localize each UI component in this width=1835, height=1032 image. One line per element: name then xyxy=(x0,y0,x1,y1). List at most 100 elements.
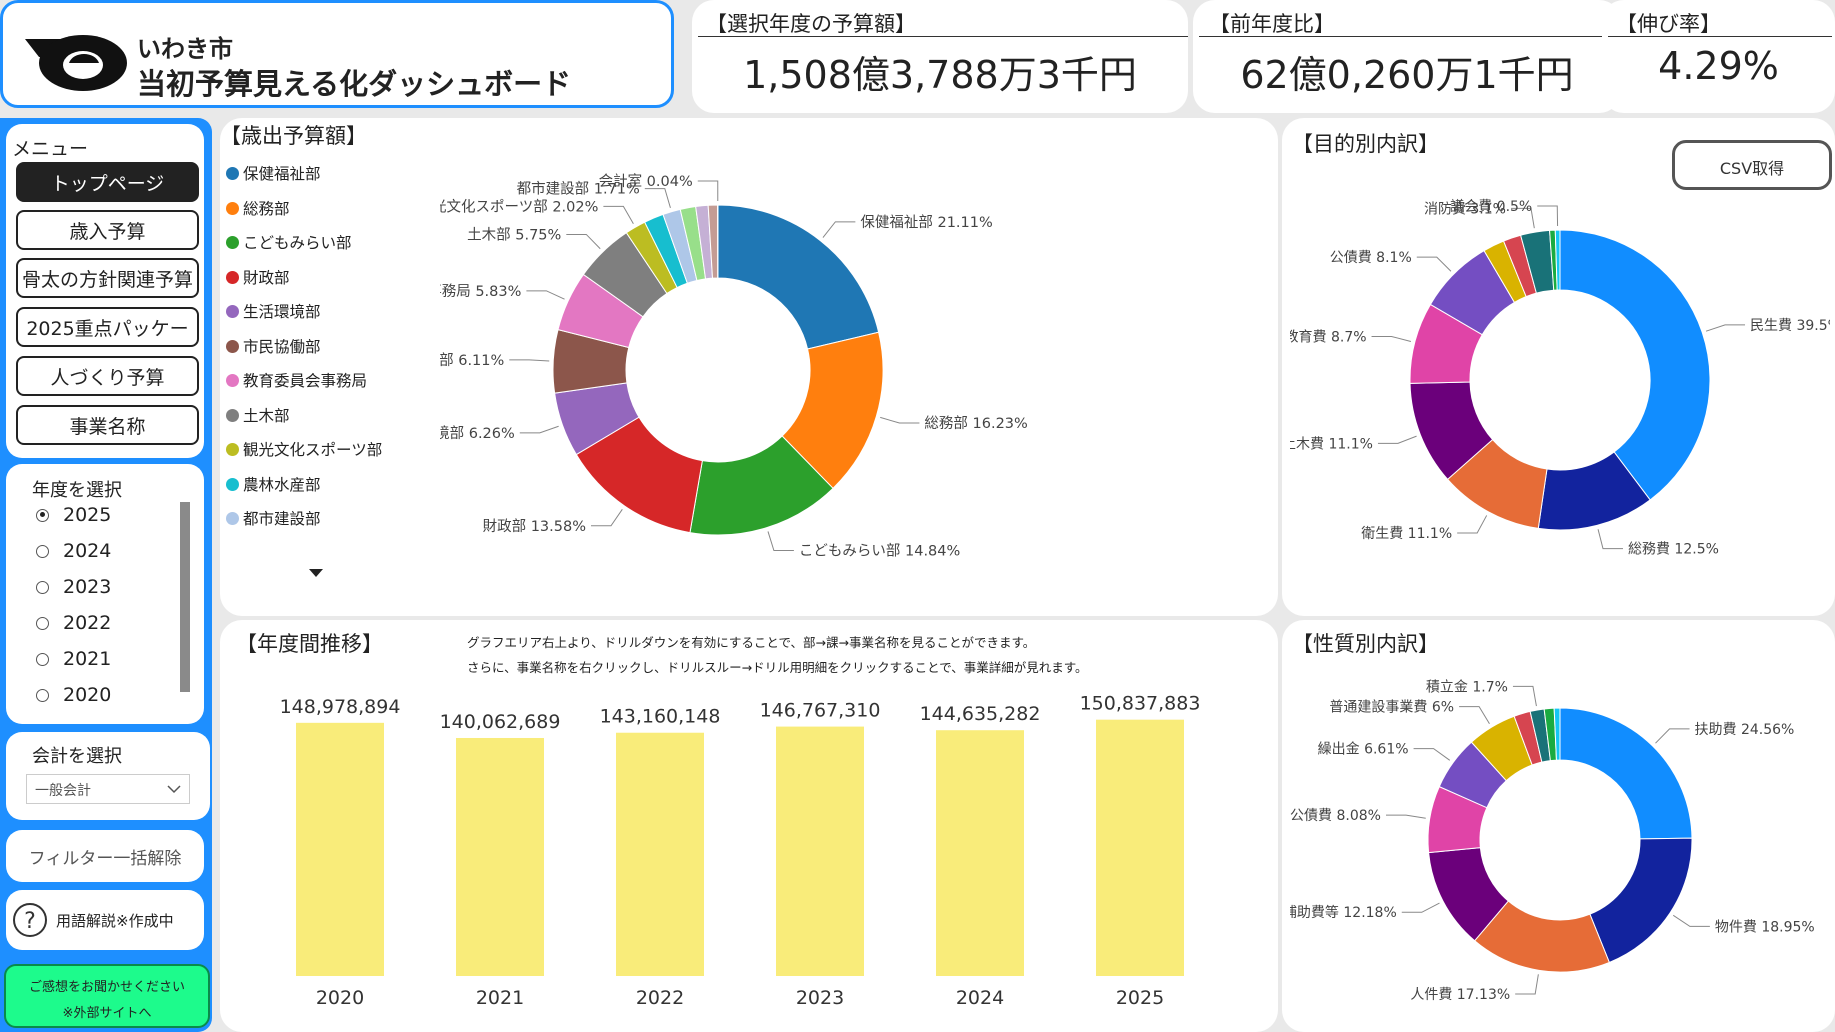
bar[interactable] xyxy=(296,722,384,976)
account-select[interactable]: 一般会計 xyxy=(26,774,190,804)
legend-swatch xyxy=(226,477,239,491)
donut-slice[interactable] xyxy=(717,204,880,350)
legend-item[interactable]: 保健福祉部 xyxy=(226,162,321,184)
kpi-divider xyxy=(1608,36,1832,37)
legend-swatch xyxy=(226,373,239,387)
x-tick-label: 2024 xyxy=(956,987,1004,1009)
slice-leader-line xyxy=(1705,324,1746,332)
slice-leader-line xyxy=(1515,974,1539,995)
glossary-label: 用語解説※作成中 xyxy=(56,912,174,930)
nav-top-page[interactable]: トップページ xyxy=(16,162,199,202)
bar[interactable] xyxy=(1096,719,1184,976)
legend-item[interactable]: 生活環境部 xyxy=(226,300,321,322)
nav-priority-package[interactable]: 2025重点パッケージ xyxy=(16,307,199,380)
bar[interactable] xyxy=(456,737,544,976)
kpi-growth-label: 【伸び率】 xyxy=(1616,12,1721,36)
bar-value-label: 144,635,282 xyxy=(920,703,1041,725)
purpose-donut-chart: 民生費 39.5% 総務費 12.5% 衛生費 11.1% 土木費 11.1% 教育費 … xyxy=(1290,198,1830,558)
question-circle-icon: ? xyxy=(13,903,47,937)
nav-project-name[interactable]: 事業名称 xyxy=(16,405,199,445)
slice-leader-line xyxy=(697,180,719,202)
slice-data-label: 補助費等 12.18% xyxy=(1290,904,1397,921)
legend-item[interactable]: 市民協働部 xyxy=(226,335,321,357)
legend-item[interactable]: 観光文化スポーツ部 xyxy=(226,438,382,460)
clear-filter-button[interactable]: フィルター一括解除 xyxy=(6,830,204,882)
slice-leader-line xyxy=(1377,435,1417,444)
page-title: 当初予算見える化ダッシュボード xyxy=(137,67,572,101)
legend-item[interactable]: 都市建設部 xyxy=(226,507,321,529)
year-panel: 年度を選択 2025 2024 2023 2022 2021 2020 xyxy=(6,464,204,724)
legend-item[interactable]: 財政部 xyxy=(226,266,290,288)
slice-leader-line xyxy=(1413,748,1451,761)
donut-slice[interactable] xyxy=(1559,229,1711,501)
year-option-2021[interactable]: 2021 xyxy=(36,648,111,670)
legend-swatch xyxy=(226,442,239,456)
slice-leader-line xyxy=(1655,728,1690,744)
year-option-2024[interactable]: 2024 xyxy=(36,540,111,562)
kpi-budget-label: 【選択年度の予算額】 xyxy=(706,12,916,36)
glossary-button[interactable]: ? 用語解説※作成中 xyxy=(6,890,204,950)
slice-leader-line xyxy=(767,531,794,552)
year-option-2025[interactable]: 2025 xyxy=(36,504,111,526)
slice-leader-line xyxy=(509,359,550,362)
svg-text:?: ? xyxy=(24,909,36,934)
bar[interactable] xyxy=(776,726,864,976)
bar-value-label: 140,062,689 xyxy=(440,711,561,733)
caret-down-icon[interactable] xyxy=(308,568,324,578)
radio-icon xyxy=(36,544,49,558)
account-panel: 会計を選択 一般会計 xyxy=(6,732,210,820)
year-option-2022[interactable]: 2022 xyxy=(36,612,111,634)
trend-note-1: グラフエリア右上より、ドリルダウンを有効にすることで、部→課→事業名称を見ること… xyxy=(467,635,1036,650)
slice-data-label: 土木費 11.1% xyxy=(1290,436,1373,452)
donut-slice[interactable] xyxy=(1559,707,1693,840)
legend-item[interactable]: 教育委員会事務局 xyxy=(226,369,367,391)
feedback-line1: ご感想をお聞かせください xyxy=(28,980,185,995)
slice-leader-line xyxy=(519,425,559,434)
legend-swatch xyxy=(226,166,239,180)
slice-data-label: 観光文化スポーツ部 2.02% xyxy=(440,198,598,215)
year-option-2020[interactable]: 2020 xyxy=(36,684,111,706)
nav-people-budget[interactable]: 人づくり予算 xyxy=(16,356,199,396)
year-option-2023[interactable]: 2023 xyxy=(36,576,111,598)
trend-note-2: さらに、事業名称を右クリックし、ドリルスルー→ドリル用明細をクリックすることで、… xyxy=(467,660,1088,675)
bar-value-label: 150,837,883 xyxy=(1080,693,1201,715)
legend-swatch xyxy=(226,304,239,318)
purpose-title: 【目的別内訳】 xyxy=(1292,132,1439,156)
bar[interactable] xyxy=(616,732,704,976)
legend-item[interactable]: 総務部 xyxy=(226,197,290,219)
slice-data-label: 保健福祉部 21.11% xyxy=(860,214,992,231)
feedback-line2: ※外部サイトへ xyxy=(62,1006,152,1021)
x-tick-label: 2021 xyxy=(476,987,524,1009)
slice-data-label: 人件費 17.13% xyxy=(1410,987,1510,1003)
bar[interactable] xyxy=(936,730,1024,976)
slice-data-label: 公債費 8.08% xyxy=(1290,808,1381,824)
slice-leader-line xyxy=(1385,814,1426,819)
legend-swatch xyxy=(226,511,239,525)
slice-leader-line xyxy=(822,221,856,238)
nav-revenue-budget[interactable]: 歳入予算 xyxy=(16,210,199,250)
legend-swatch xyxy=(226,408,239,422)
legend-item[interactable]: 農林水産部 xyxy=(226,473,321,495)
trend-bar-chart: 148,978,894 2020 140,062,689 2021 143,160,14… xyxy=(280,693,1201,1009)
slice-data-label: 議会費 0.5% xyxy=(1450,198,1532,215)
year-scrollbar[interactable] xyxy=(180,502,190,692)
slice-leader-line xyxy=(1537,205,1559,227)
nav-basic-policy-budget[interactable]: 骨太の方針関連予算 xyxy=(16,258,199,298)
legend-item[interactable]: 土木部 xyxy=(226,404,290,426)
legend-swatch xyxy=(226,201,239,215)
slice-leader-line xyxy=(1371,335,1412,342)
feedback-button[interactable]: ご感想をお聞かせください ※外部サイトへ xyxy=(4,964,210,1028)
account-select-value: 一般会計 xyxy=(35,783,91,799)
x-tick-label: 2023 xyxy=(796,987,844,1009)
slice-data-label: 生活環境部 6.26% xyxy=(440,424,515,442)
legend-swatch xyxy=(226,235,239,249)
slice-leader-line xyxy=(603,205,634,224)
title-card: いわき市 当初予算見える化ダッシュボード xyxy=(0,0,674,108)
legend-item[interactable]: こどもみらい部 xyxy=(226,231,352,253)
csv-download-button[interactable]: CSV取得 xyxy=(1672,140,1832,190)
slice-leader-line xyxy=(644,188,671,208)
slice-data-label: こどもみらい部 14.84% xyxy=(799,543,960,560)
slice-data-label: 教育委員会事務局 5.83% xyxy=(440,283,521,300)
donut-slice[interactable] xyxy=(1589,837,1693,964)
slice-data-label: 物件費 18.95% xyxy=(1715,919,1815,935)
